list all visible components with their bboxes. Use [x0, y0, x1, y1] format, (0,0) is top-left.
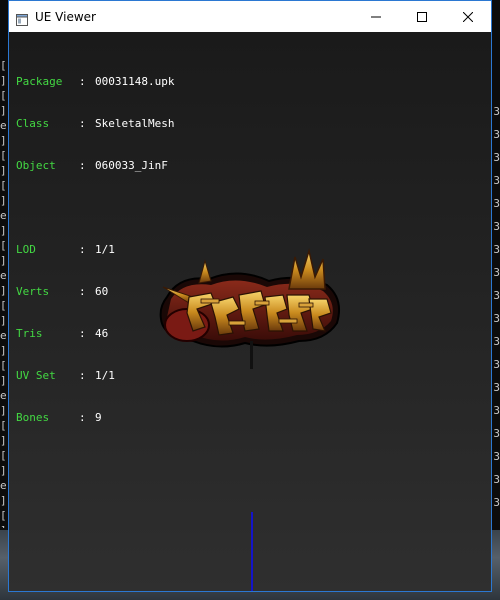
minimize-icon [371, 12, 381, 22]
info-label: Tris [16, 327, 43, 340]
info-row-object: Object: 060033_JinF [16, 159, 174, 173]
info-value: 00031148.upk [95, 75, 175, 88]
maximize-icon [417, 11, 427, 22]
info-value: 1/1 [95, 369, 115, 382]
info-row-bones: Bones: 9 [16, 411, 174, 425]
title-bar[interactable]: UE Viewer [9, 1, 491, 32]
info-label: Verts [16, 285, 50, 298]
console-left-text: [ ] [ ] e ] [ ] [ ] e ] [ ] e ] [ ] e ] … [0, 59, 7, 528]
ue-viewer-window: UE Viewer Package: 00031148.upk Class: S… [8, 0, 492, 592]
info-label: UV Set [16, 369, 56, 382]
info-value: 060033_JinF [95, 159, 168, 172]
info-label: Bones [16, 411, 50, 424]
info-separator: : [79, 243, 93, 256]
close-icon [463, 11, 473, 22]
info-label: LOD [16, 243, 36, 256]
info-value: 60 [95, 285, 109, 298]
minimize-button[interactable] [353, 1, 399, 32]
maximize-button[interactable] [399, 1, 445, 32]
info-value: SkeletalMesh [95, 117, 175, 130]
app-icon [16, 11, 28, 26]
info-value: 9 [95, 411, 102, 424]
info-separator: : [79, 75, 93, 88]
info-label: Class [16, 117, 50, 130]
info-separator: : [79, 411, 93, 424]
axis-gizmo-line [251, 512, 253, 591]
close-button[interactable] [445, 1, 491, 32]
info-separator: : [79, 117, 93, 130]
info-row-class: Class: SkeletalMesh [16, 117, 174, 131]
info-label: Object [16, 159, 56, 172]
info-separator: : [79, 159, 93, 172]
info-separator: : [79, 369, 93, 382]
info-separator: : [79, 327, 93, 340]
window-title: UE Viewer [35, 9, 96, 24]
3d-viewport[interactable]: Package: 00031148.upk Class: SkeletalMes… [9, 32, 491, 591]
info-row-package: Package: 00031148.upk [16, 75, 174, 89]
info-label: Package [16, 75, 63, 88]
info-value: 1/1 [95, 243, 115, 256]
mesh-render [159, 248, 340, 369]
info-separator: : [79, 285, 93, 298]
info-value: 46 [95, 327, 109, 340]
console-right-text: 3 3 3 3 3 3 3 3 3 3 3 3 3 3 3 3 3 3 [493, 105, 500, 509]
